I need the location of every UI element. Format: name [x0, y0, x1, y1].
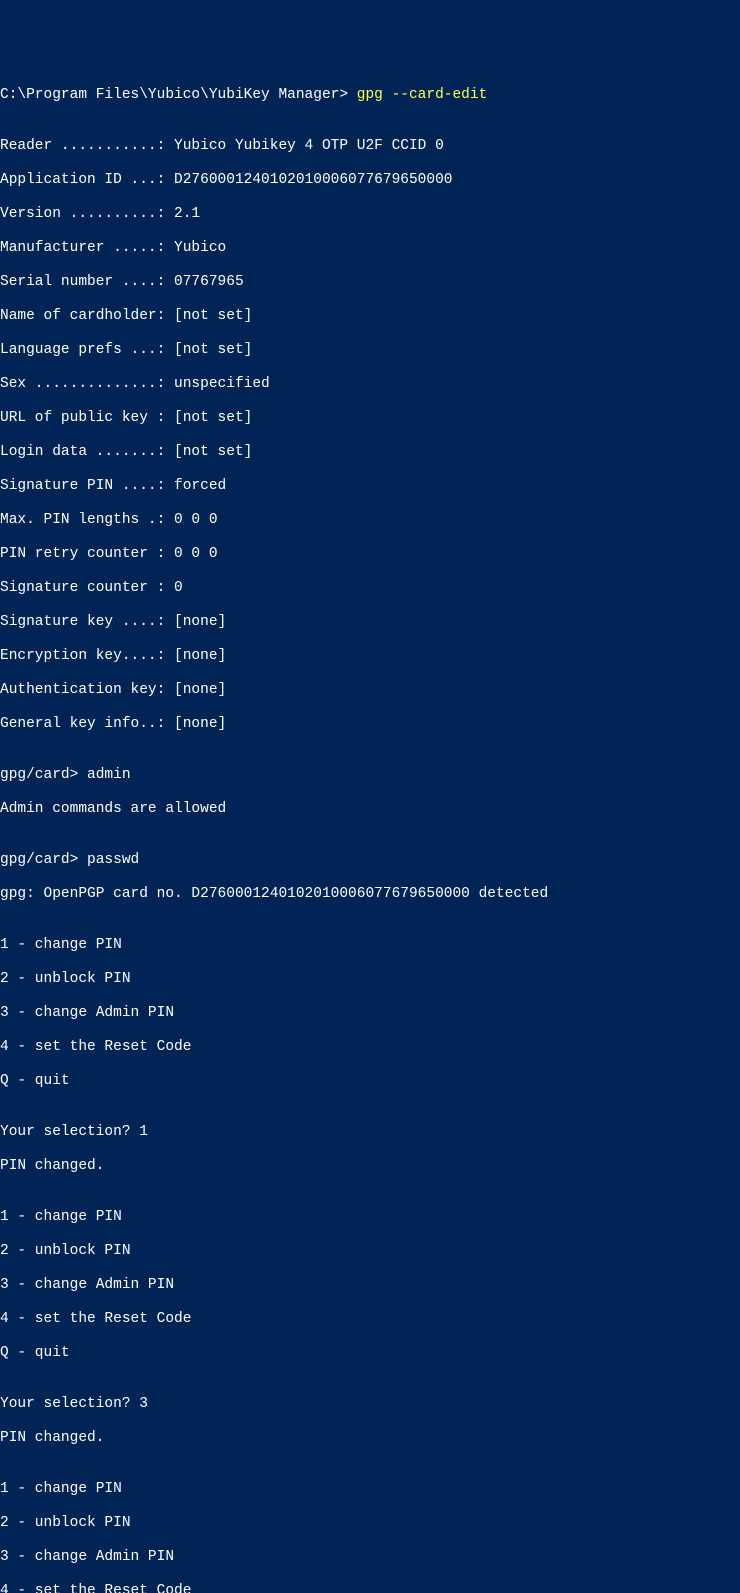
- path-prompt: C:\Program Files\Yubico\YubiKey Manager>: [0, 87, 357, 103]
- terminal-window[interactable]: C:\Program Files\Yubico\YubiKey Manager>…: [0, 85, 740, 1593]
- card-sig-pin: Signature PIN ....: forced: [0, 478, 740, 495]
- menu-opt-q: Q - quit: [0, 1073, 740, 1090]
- menu-opt-3: 3 - change Admin PIN: [0, 1277, 740, 1294]
- gpg-card-prompt: gpg/card>: [0, 767, 87, 783]
- card-cardholder: Name of cardholder: [not set]: [0, 308, 740, 325]
- card-pin-retry: PIN retry counter : 0 0 0: [0, 546, 740, 563]
- menu-opt-2: 2 - unblock PIN: [0, 1515, 740, 1532]
- prompt-line: C:\Program Files\Yubico\YubiKey Manager>…: [0, 87, 740, 104]
- card-app-id: Application ID ...: D2760001240102010006…: [0, 172, 740, 189]
- menu-opt-4: 4 - set the Reset Code: [0, 1039, 740, 1056]
- pin-changed: PIN changed.: [0, 1158, 740, 1175]
- selection-value: 1: [139, 1124, 148, 1140]
- selection-1: Your selection? 1: [0, 1124, 740, 1141]
- card-reader: Reader ...........: Yubico Yubikey 4 OTP…: [0, 138, 740, 155]
- card-auth-key: Authentication key: [none]: [0, 682, 740, 699]
- menu-opt-3: 3 - change Admin PIN: [0, 1005, 740, 1022]
- card-version: Version ..........: 2.1: [0, 206, 740, 223]
- selection-3: Your selection? 3: [0, 1396, 740, 1413]
- card-max-pin: Max. PIN lengths .: 0 0 0: [0, 512, 740, 529]
- menu-opt-2: 2 - unblock PIN: [0, 971, 740, 988]
- menu-opt-1: 1 - change PIN: [0, 937, 740, 954]
- card-sig-counter: Signature counter : 0: [0, 580, 740, 597]
- gpg-card-prompt: gpg/card>: [0, 852, 87, 868]
- command-gpg-card-edit: gpg --card-edit: [357, 87, 488, 103]
- card-sig-key: Signature key ....: [none]: [0, 614, 740, 631]
- selection-value: 3: [139, 1396, 148, 1412]
- passwd-header: gpg: OpenPGP card no. D27600012401020100…: [0, 886, 740, 903]
- menu-opt-3: 3 - change Admin PIN: [0, 1549, 740, 1566]
- admin-response: Admin commands are allowed: [0, 801, 740, 818]
- menu-opt-2: 2 - unblock PIN: [0, 1243, 740, 1260]
- card-serial: Serial number ....: 07767965: [0, 274, 740, 291]
- card-sex: Sex ..............: unspecified: [0, 376, 740, 393]
- card-lang: Language prefs ...: [not set]: [0, 342, 740, 359]
- menu-opt-1: 1 - change PIN: [0, 1481, 740, 1498]
- prompt-passwd: gpg/card> passwd: [0, 852, 740, 869]
- command-admin: admin: [87, 767, 131, 783]
- pin-changed: PIN changed.: [0, 1430, 740, 1447]
- card-manufacturer: Manufacturer .....: Yubico: [0, 240, 740, 257]
- selection-prompt: Your selection?: [0, 1396, 139, 1412]
- menu-opt-4: 4 - set the Reset Code: [0, 1583, 740, 1593]
- selection-prompt: Your selection?: [0, 1124, 139, 1140]
- menu-opt-1: 1 - change PIN: [0, 1209, 740, 1226]
- command-passwd: passwd: [87, 852, 139, 868]
- card-enc-key: Encryption key....: [none]: [0, 648, 740, 665]
- prompt-admin: gpg/card> admin: [0, 767, 740, 784]
- menu-opt-4: 4 - set the Reset Code: [0, 1311, 740, 1328]
- card-gen-key: General key info..: [none]: [0, 716, 740, 733]
- card-pubkey-url: URL of public key : [not set]: [0, 410, 740, 427]
- card-login: Login data .......: [not set]: [0, 444, 740, 461]
- menu-opt-q: Q - quit: [0, 1345, 740, 1362]
